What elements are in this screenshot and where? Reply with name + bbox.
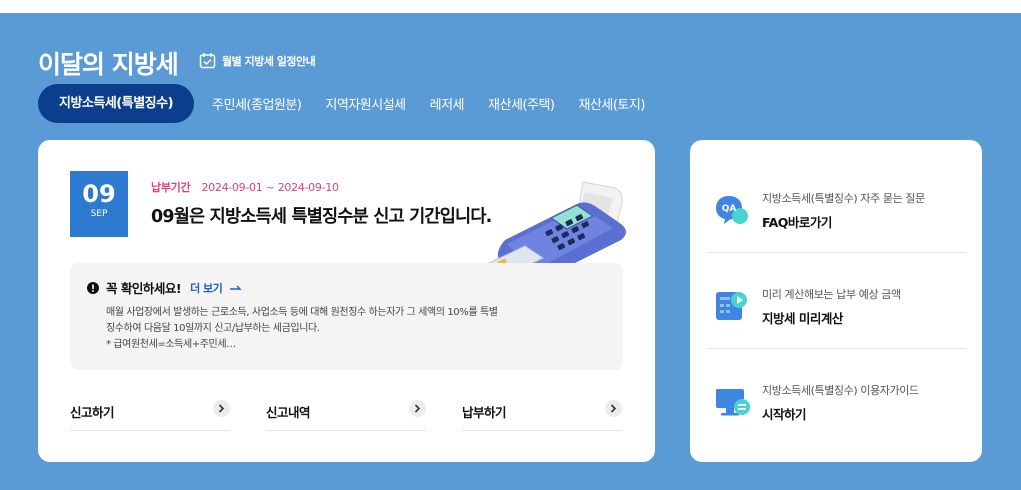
main-info-card: 09 SEP 납부기간 2024-09-01 ~ 2024-09-10 09월은… (38, 140, 655, 462)
notice-line: * 급여원천세=소득세+주민세… (106, 339, 236, 350)
report-label: 신고하기 (70, 405, 115, 420)
tab-local-income-tax[interactable]: 지방소득세(특별징수) (38, 84, 195, 123)
more-link-label: 더 보기 (190, 281, 223, 295)
exclamation-icon (87, 281, 99, 294)
report-history-label: 신고내역 (266, 405, 311, 420)
calculator-subtitle: 미리 계산해보는 납부 예상 금액 (762, 288, 901, 301)
monitor-guide-icon (716, 389, 750, 416)
tax-calculator-link[interactable]: 미리 계산해보는 납부 예상 금액 지방세 미리계산 (707, 253, 966, 349)
arrow-right-icon (229, 285, 242, 290)
date-badge: 09 SEP (70, 171, 128, 237)
pay-button[interactable]: 납부하기 (462, 400, 622, 431)
user-guide-link[interactable]: 지방소득세(특별징수) 이용자가이드 시작하기 (707, 349, 966, 445)
period-value: 2024-09-01 ~ 2024-09-10 (201, 181, 339, 194)
notice-line: 징수하여 다음달 10일까지 신고/납부하는 세금입니다. (106, 323, 320, 334)
faq-subtitle: 지방소득세(특별징수) 자주 묻는 질문 (762, 192, 925, 205)
monthly-tax-panel: 이달의 지방세 월별 지방세 일정안내 지방소득세(특별징수) 주민세(종업원분… (0, 13, 1021, 490)
notice-line: 매월 사업장에서 발생하는 근로소득, 사업소득 등에 대해 원천징수 하는자가… (106, 307, 498, 318)
payment-period: 납부기간 2024-09-01 ~ 2024-09-10 (151, 179, 339, 195)
svg-text:QA: QA (722, 204, 737, 214)
notice-header: 꼭 확인하세요! 더 보기 (87, 278, 242, 297)
calculator-title: 지방세 미리계산 (762, 311, 843, 326)
schedule-link-label: 월별 지방세 일정안내 (222, 54, 316, 68)
guide-title: 시작하기 (762, 407, 807, 422)
tab-resident-tax-employee[interactable]: 주민세(종업원분) (212, 94, 302, 113)
report-history-button[interactable]: 신고내역 (266, 400, 426, 431)
period-label: 납부기간 (151, 181, 191, 194)
tab-property-tax-housing[interactable]: 재산세(주택) (488, 94, 555, 113)
pay-label: 납부하기 (462, 405, 507, 420)
chevron-right-icon (409, 400, 426, 417)
more-link[interactable]: 더 보기 (190, 280, 242, 296)
notice-body: 매월 사업장에서 발생하는 근로소득, 사업소득 등에 대해 원천징수 하는자가… (106, 305, 606, 353)
calculator-play-icon (716, 292, 747, 320)
faq-title: FAQ바로가기 (762, 215, 832, 230)
date-month: SEP (90, 209, 108, 219)
report-button[interactable]: 신고하기 (70, 400, 230, 431)
chevron-right-icon (605, 400, 622, 417)
qa-icon: QA (716, 196, 748, 224)
notice-title: 꼭 확인하세요! (106, 281, 182, 296)
quick-links-card: QA 지방소득세(특별징수) 자주 묻는 질문 FAQ바로가기 미리 계산해보는… (690, 140, 982, 462)
guide-subtitle: 지방소득세(특별징수) 이용자가이드 (762, 384, 919, 397)
notice-box: 꼭 확인하세요! 더 보기 매월 사업장에서 발생하는 근로소득, 사업소득 등… (70, 263, 623, 370)
tab-leisure-tax[interactable]: 레저세 (430, 94, 465, 113)
tax-tabs: 지방소득세(특별징수) 주민세(종업원분) 지역자원시설세 레저세 재산세(주택… (38, 84, 669, 123)
chevron-right-icon (213, 400, 230, 417)
headline: 09월은 지방소득세 특별징수분 신고 기간입니다. (151, 207, 492, 227)
monthly-schedule-link[interactable]: 월별 지방세 일정안내 (199, 52, 316, 69)
faq-link[interactable]: QA 지방소득세(특별징수) 자주 묻는 질문 FAQ바로가기 (707, 157, 966, 253)
tab-regional-resource-facility-tax[interactable]: 지역자원시설세 (325, 94, 406, 113)
tab-property-tax-land[interactable]: 재산세(토지) (578, 94, 645, 113)
date-day: 09 (82, 180, 116, 208)
action-links: 신고하기 신고내역 납부하기 (70, 400, 622, 431)
section-title: 이달의 지방세 (38, 50, 179, 79)
calendar-check-icon (199, 53, 216, 69)
